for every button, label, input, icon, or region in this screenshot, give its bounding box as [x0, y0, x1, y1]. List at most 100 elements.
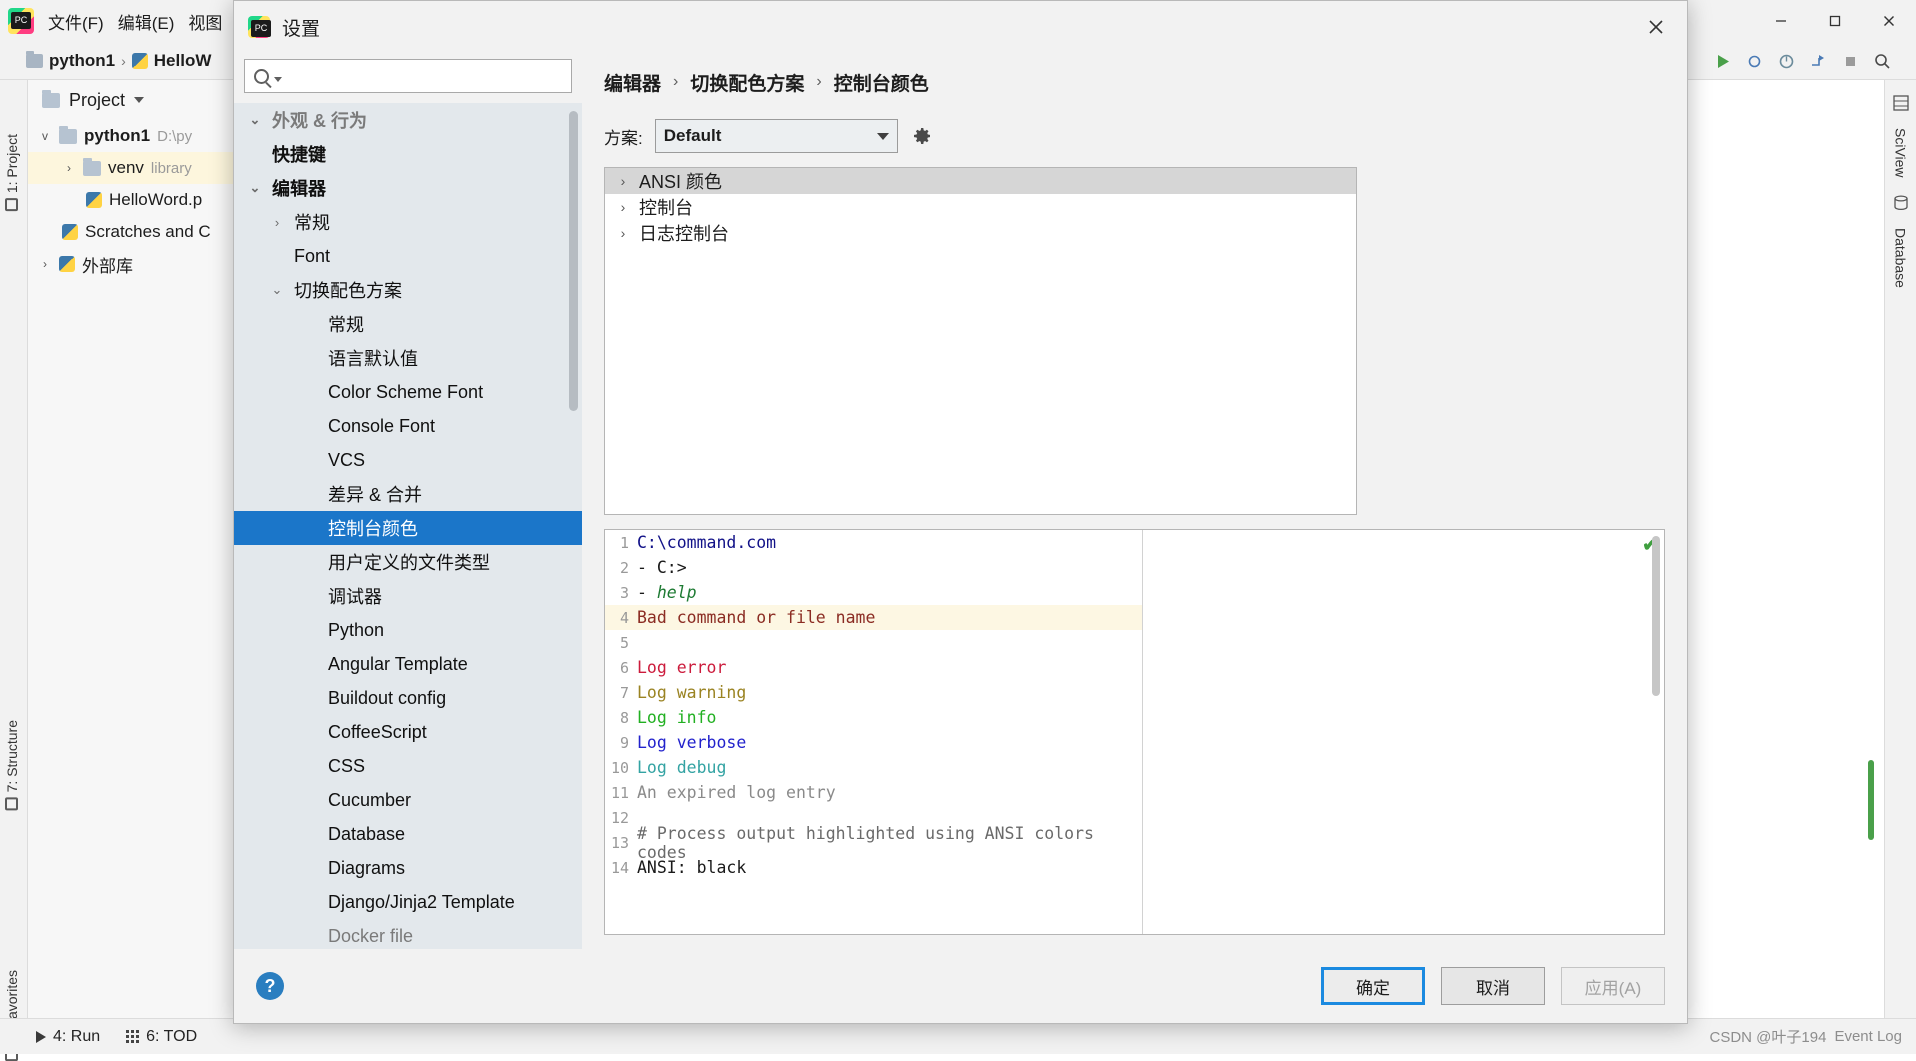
dialog-title: 设置 [282, 18, 321, 40]
settings-search-box[interactable] [244, 59, 572, 93]
settings-tree-item[interactable]: ⌄ 切换配色方案 [234, 273, 582, 307]
chevron-right-icon[interactable]: › [611, 225, 635, 241]
chevron-down-icon[interactable] [134, 97, 145, 103]
chevron-down-icon[interactable] [274, 76, 282, 82]
gear-icon[interactable] [910, 124, 934, 148]
settings-tree-item[interactable]: CSS [234, 749, 582, 783]
ok-button[interactable]: 确定 [1321, 967, 1425, 1005]
menu-item-edit[interactable]: 编辑(E) [118, 9, 175, 34]
color-category-label: ANSI 颜色 [639, 172, 723, 192]
chevron-right-icon: › [816, 73, 822, 90]
breadcrumb-color-scheme[interactable]: 切换配色方案 [690, 69, 804, 96]
project-tree-label: HelloWord.p [109, 190, 203, 209]
settings-tree-item[interactable]: Angular Template [234, 647, 582, 681]
settings-tree-item[interactable]: Diagrams [234, 851, 582, 885]
menu-item-file[interactable]: 文件(F) [48, 9, 104, 34]
settings-tree-item-label: 语言默认值 [328, 349, 418, 369]
tool-window-structure-label: 7: Structure [4, 720, 20, 793]
preview-scrollbar[interactable] [1652, 536, 1660, 696]
settings-tree-item[interactable]: Django/Jinja2 Template [234, 885, 582, 919]
close-icon[interactable] [1625, 1, 1687, 53]
close-window-icon[interactable] [1862, 0, 1916, 42]
color-category-row[interactable]: › 控制台 [605, 194, 1356, 220]
status-event-log[interactable]: Event Log [1834, 1028, 1902, 1045]
project-tree-tag: library [150, 159, 192, 177]
menu-item-view[interactable]: 视图 [188, 9, 222, 34]
chevron-down-icon [876, 132, 889, 140]
settings-tree-item-label: Font [294, 245, 331, 266]
color-category-list[interactable]: › ANSI 颜色 › 控制台 › 日志控制台 [604, 167, 1357, 515]
status-todo[interactable]: 6: TOD [126, 1028, 197, 1046]
settings-tree-item[interactable]: 用户定义的文件类型 [234, 545, 582, 579]
tool-window-sciview[interactable]: SciView [1893, 128, 1909, 178]
tool-window-database[interactable]: Database [1893, 228, 1909, 288]
chevron-right-icon: › [121, 52, 126, 69]
grid-icon [1892, 94, 1910, 112]
debug-icon[interactable] [1745, 52, 1764, 71]
ide-toolbar [1713, 42, 1892, 80]
cancel-button[interactable]: 取消 [1441, 967, 1545, 1005]
coverage-icon[interactable] [1777, 52, 1796, 71]
settings-tree-item[interactable]: ⌄ 外观 & 行为 [234, 103, 582, 137]
preview-line-text: Log warning [637, 683, 747, 702]
settings-tree-item[interactable]: CoffeeScript [234, 715, 582, 749]
color-category-row[interactable]: › ANSI 颜色 [605, 168, 1356, 194]
run-icon[interactable] [1713, 52, 1732, 71]
chevron-down-icon[interactable]: ⌄ [244, 180, 266, 196]
settings-tree-item[interactable]: 快捷键 [234, 137, 582, 171]
settings-tree-item[interactable]: 控制台颜色 [234, 511, 582, 545]
settings-tree-item[interactable]: Database [234, 817, 582, 851]
chevron-down-icon[interactable]: ⌄ [266, 282, 288, 298]
color-category-row[interactable]: › 日志控制台 [605, 220, 1356, 246]
search-icon[interactable] [1873, 52, 1892, 71]
chevron-right-icon[interactable]: › [611, 199, 635, 215]
dialog-title-bar: 设置 [234, 1, 1687, 53]
settings-tree-item[interactable]: ⌄ 编辑器 [234, 171, 582, 205]
help-icon[interactable]: ? [256, 972, 284, 1000]
settings-tree-item-label: Angular Template [328, 653, 468, 674]
line-number: 6 [619, 658, 629, 677]
settings-tree-item[interactable]: › 常规 [234, 205, 582, 239]
chevron-right-icon[interactable]: › [266, 215, 288, 230]
breadcrumb: 编辑器 › 切换配色方案 › 控制台颜色 [604, 53, 1665, 111]
settings-tree-item-label: Python [328, 619, 385, 640]
expand-arrow-icon[interactable]: v [38, 129, 52, 143]
settings-tree-scrollbar[interactable] [569, 111, 578, 411]
settings-tree-item[interactable]: Python [234, 613, 582, 647]
chevron-down-icon[interactable]: ⌄ [244, 112, 266, 128]
minimize-icon[interactable] [1754, 0, 1808, 42]
breadcrumb-project[interactable]: python1 [49, 51, 115, 71]
stop-icon[interactable] [1841, 52, 1860, 71]
settings-tree-item[interactable]: Console Font [234, 409, 582, 443]
project-tree-label: Scratches and C [85, 222, 211, 241]
settings-tree-item[interactable]: Font [234, 239, 582, 273]
scheme-row: 方案: Default [604, 111, 1665, 161]
status-todo-label: 6: TOD [146, 1027, 198, 1045]
settings-tree-item[interactable]: Color Scheme Font [234, 375, 582, 409]
step-icon[interactable] [1809, 52, 1828, 71]
line-number: 12 [610, 808, 629, 827]
settings-tree-item-label: Cucumber [328, 789, 412, 810]
settings-tree[interactable]: ⌄ 外观 & 行为 快捷键 ⌄ 编辑器 › 常规 Font ⌄ 切换配色方案 常规语言默认值 Colo… [234, 103, 582, 949]
scheme-select[interactable]: Default [654, 119, 898, 153]
settings-tree-item[interactable]: 语言默认值 [234, 341, 582, 375]
expand-arrow-icon[interactable]: › [62, 161, 76, 175]
settings-tree-item[interactable]: Cucumber [234, 783, 582, 817]
settings-tree-item[interactable]: Docker file [234, 919, 582, 949]
maximize-icon[interactable] [1808, 0, 1862, 42]
settings-tree-item[interactable]: 调试器 [234, 579, 582, 613]
search-input[interactable] [288, 66, 562, 86]
settings-tree-item[interactable]: 差异 & 合并 [234, 477, 582, 511]
status-run[interactable]: 4: Run [36, 1028, 100, 1046]
preview-line-text: Log debug [637, 758, 727, 777]
breadcrumb-file[interactable]: HelloW [154, 51, 212, 71]
breadcrumb-editor[interactable]: 编辑器 [604, 69, 661, 96]
settings-tree-item[interactable]: 常规 [234, 307, 582, 341]
preview-code[interactable]: 1 C:\command.com 2 - C:> 3 - help 4 Bad command… [605, 530, 1143, 934]
preview-line: 10 Log debug [605, 755, 1142, 780]
settings-tree-item[interactable]: VCS [234, 443, 582, 477]
chevron-right-icon[interactable]: › [611, 173, 635, 189]
expand-arrow-icon[interactable]: › [38, 257, 52, 271]
project-tree-label: python1 [84, 126, 151, 145]
settings-tree-item[interactable]: Buildout config [234, 681, 582, 715]
